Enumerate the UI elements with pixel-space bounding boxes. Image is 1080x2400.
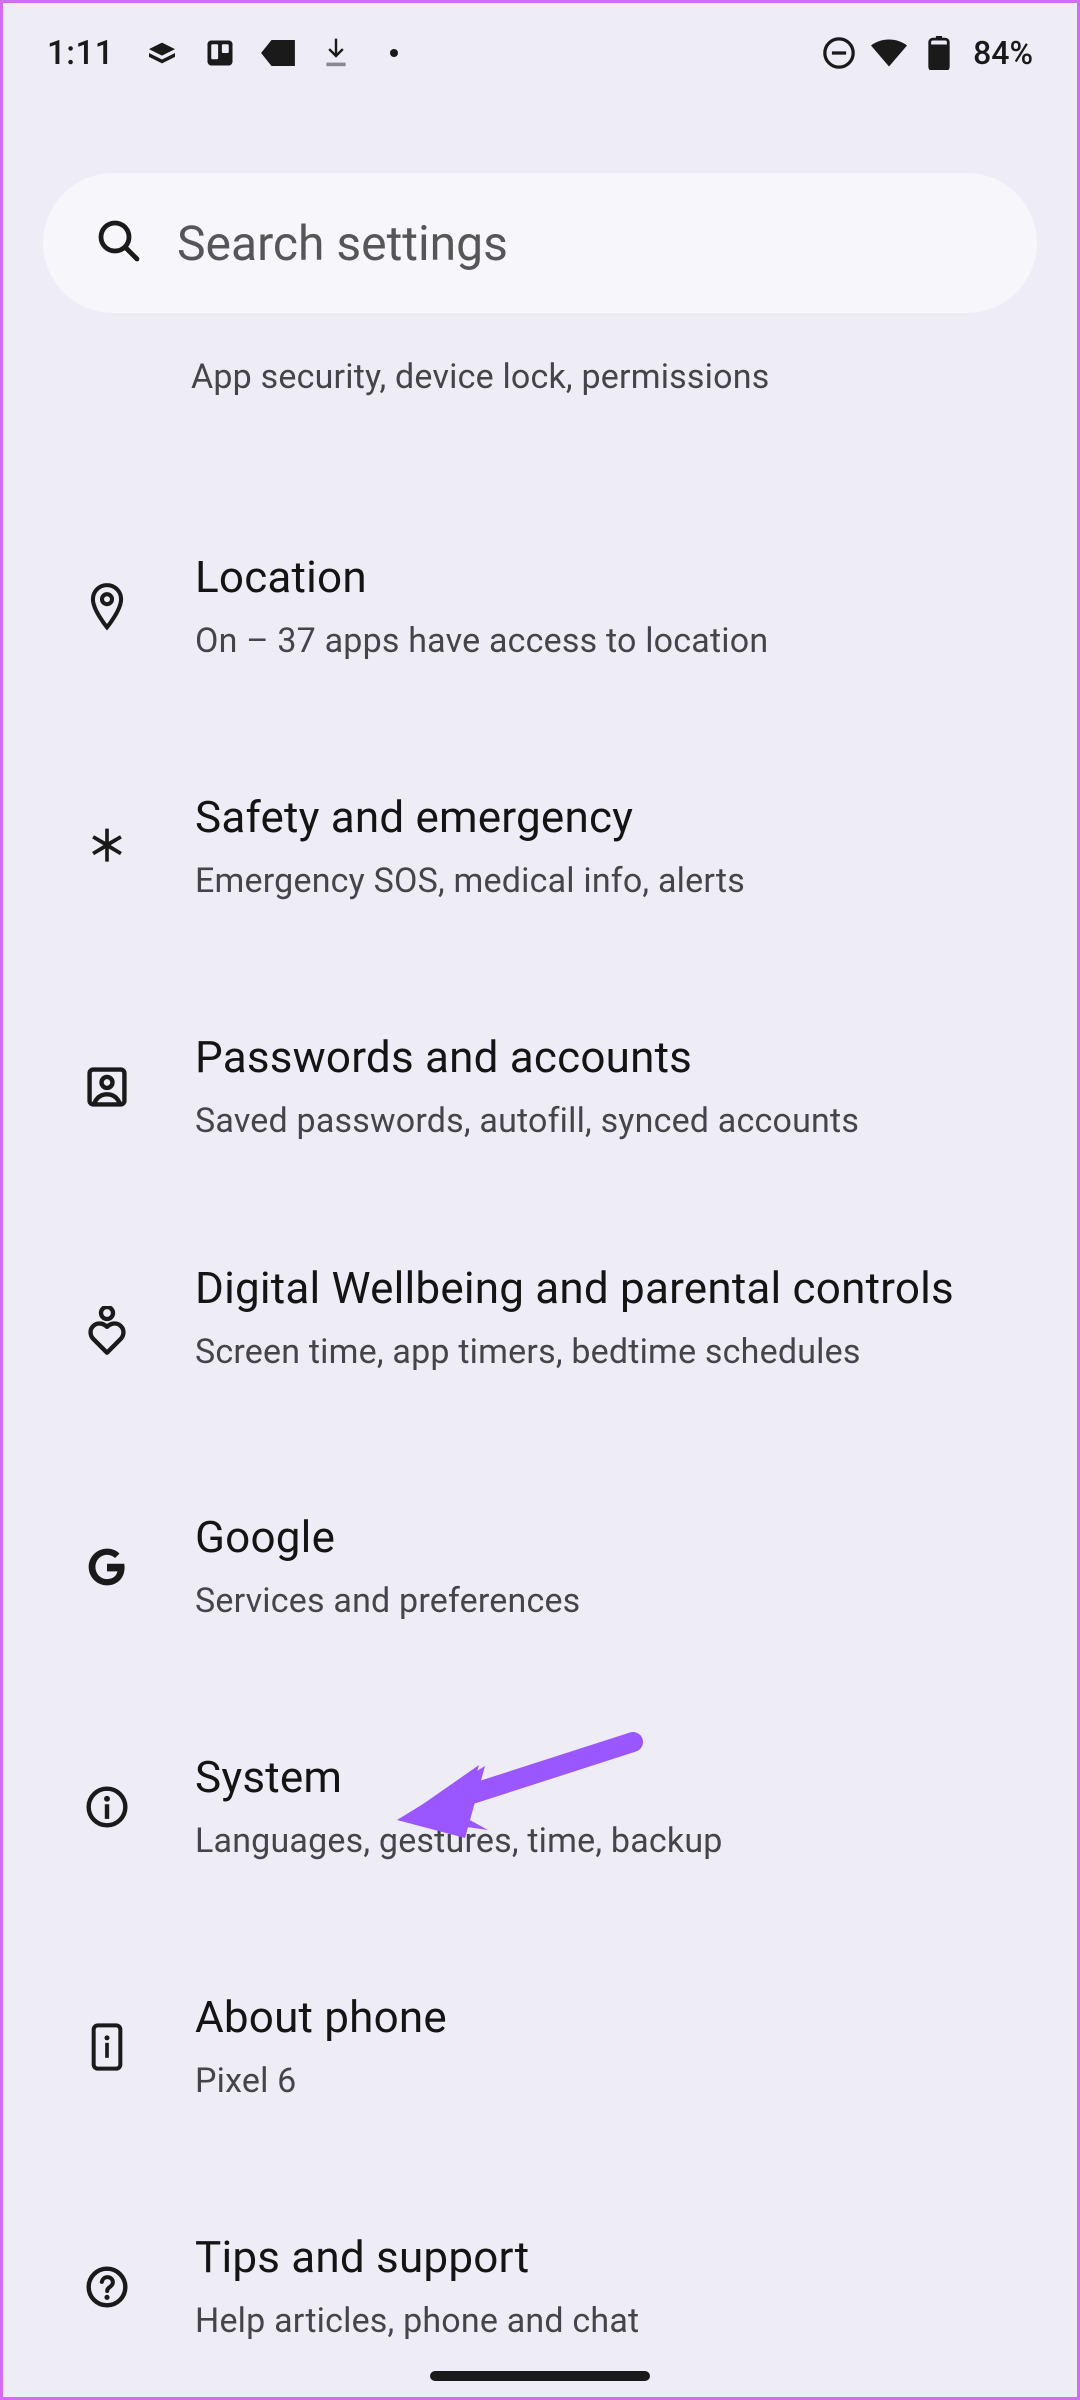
item-subtitle: Emergency SOS, medical info, alerts (195, 861, 1037, 902)
settings-item-location[interactable]: Location On – 37 apps have access to loc… (3, 507, 1077, 707)
item-title: About phone (195, 1992, 1037, 2043)
status-time: 1:11 (47, 34, 114, 73)
settings-list: Location On – 37 apps have access to loc… (3, 507, 1077, 2387)
partial-item-subtitle[interactable]: App security, device lock, permissions (191, 357, 1077, 397)
do-not-disturb-icon (821, 35, 857, 71)
account-box-icon (73, 1053, 141, 1121)
settings-item-digital-wellbeing[interactable]: Digital Wellbeing and parental controls … (3, 1227, 1077, 1427)
item-title: System (195, 1752, 1037, 1803)
item-subtitle: Languages, gestures, time, backup (195, 1821, 1037, 1862)
item-subtitle: Services and preferences (195, 1581, 1037, 1622)
asterisk-icon (73, 813, 141, 881)
item-title: Google (195, 1512, 1037, 1563)
item-subtitle: Screen time, app timers, bedtime schedul… (195, 1332, 1037, 1373)
item-title: Safety and emergency (195, 792, 1037, 843)
item-title: Passwords and accounts (195, 1032, 1037, 1083)
help-circle-icon (73, 2253, 141, 2321)
item-title: Location (195, 552, 1037, 603)
settings-item-passwords-accounts[interactable]: Passwords and accounts Saved passwords, … (3, 987, 1077, 1187)
info-circle-icon (73, 1773, 141, 1841)
settings-item-google[interactable]: Google Services and preferences (3, 1467, 1077, 1667)
wifi-icon (871, 35, 907, 71)
download-icon (318, 35, 354, 71)
location-pin-icon (73, 573, 141, 641)
google-g-icon (73, 1533, 141, 1601)
item-subtitle: Help articles, phone and chat (195, 2301, 1037, 2342)
settings-item-about-phone[interactable]: About phone Pixel 6 (3, 1947, 1077, 2147)
home-gesture-handle[interactable] (430, 2371, 650, 2381)
battery-icon (921, 35, 957, 71)
wellbeing-heart-icon (73, 1297, 141, 1365)
item-subtitle: On – 37 apps have access to location (195, 621, 1037, 662)
settings-item-safety[interactable]: Safety and emergency Emergency SOS, medi… (3, 747, 1077, 947)
settings-item-tips-support[interactable]: Tips and support Help articles, phone an… (3, 2187, 1077, 2387)
tag-icon (260, 35, 296, 71)
search-icon (95, 217, 143, 269)
item-title: Digital Wellbeing and parental controls (195, 1263, 1037, 1314)
battery-percent: 84% (973, 34, 1033, 72)
dot-icon (376, 35, 412, 71)
trello-icon (202, 35, 238, 71)
item-title: Tips and support (195, 2232, 1037, 2283)
search-settings[interactable]: Search settings (43, 173, 1037, 313)
screen: 1:11 (0, 0, 1080, 2400)
box-icon (144, 35, 180, 71)
phone-info-icon (73, 2013, 141, 2081)
search-placeholder: Search settings (177, 215, 508, 272)
item-subtitle: Saved passwords, autofill, synced accoun… (195, 1101, 1037, 1142)
item-subtitle: Pixel 6 (195, 2061, 1037, 2102)
status-bar: 1:11 (3, 3, 1077, 103)
settings-item-system[interactable]: System Languages, gestures, time, backup (3, 1707, 1077, 1907)
